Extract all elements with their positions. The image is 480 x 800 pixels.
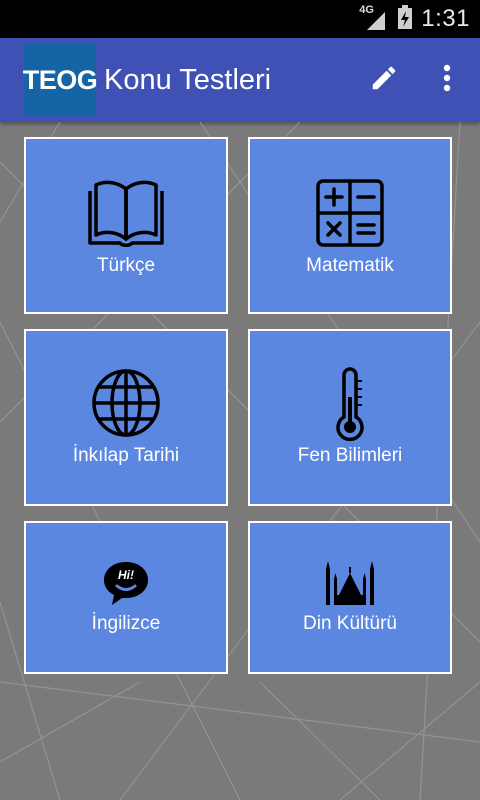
subject-tile-ingilizce[interactable]: Hi! İngilizce: [24, 521, 228, 674]
overflow-menu-button[interactable]: [430, 60, 464, 100]
more-vert-icon: [442, 63, 452, 98]
signal-icon: 4G: [359, 4, 389, 32]
subject-tile-fen-bilimleri[interactable]: Fen Bilimleri: [248, 329, 452, 506]
subject-label: Matematik: [306, 255, 394, 276]
app-bar: TEOG Konu Testleri: [0, 38, 480, 122]
subject-label: Fen Bilimleri: [297, 445, 403, 466]
calculator-icon: [314, 177, 386, 254]
page-title: Konu Testleri: [104, 63, 272, 96]
subject-tile-inkilap-tarihi[interactable]: İnkılap Tarihi: [24, 329, 228, 506]
subject-label: Din Kültürü: [303, 613, 397, 634]
mosque-icon: [323, 559, 377, 612]
globe-icon: [90, 367, 162, 444]
subject-tile-turkce[interactable]: Türkçe: [24, 137, 228, 314]
subject-tile-matematik[interactable]: Matematik: [248, 137, 452, 314]
clock: 1:31: [421, 5, 470, 32]
subject-label: İnkılap Tarihi: [72, 445, 180, 466]
battery-icon: [397, 4, 413, 35]
status-icons: 4G 1:31: [359, 0, 470, 38]
subject-label: Türkçe: [96, 255, 156, 276]
app-logo: TEOG: [22, 44, 98, 116]
open-book-icon: [88, 177, 164, 254]
pencil-icon: [369, 63, 399, 98]
subject-tile-din-kulturu[interactable]: Din Kültürü: [248, 521, 452, 674]
speech-bubble-text: Hi!: [118, 568, 134, 582]
subject-label: İngilizce: [91, 613, 161, 634]
speech-bubble-hi-icon: Hi!: [101, 559, 151, 609]
logo-text: TEOG: [22, 64, 98, 95]
thermometer-icon: [330, 367, 370, 448]
status-bar: 4G 1:31: [0, 0, 480, 38]
edit-button[interactable]: [366, 62, 402, 98]
